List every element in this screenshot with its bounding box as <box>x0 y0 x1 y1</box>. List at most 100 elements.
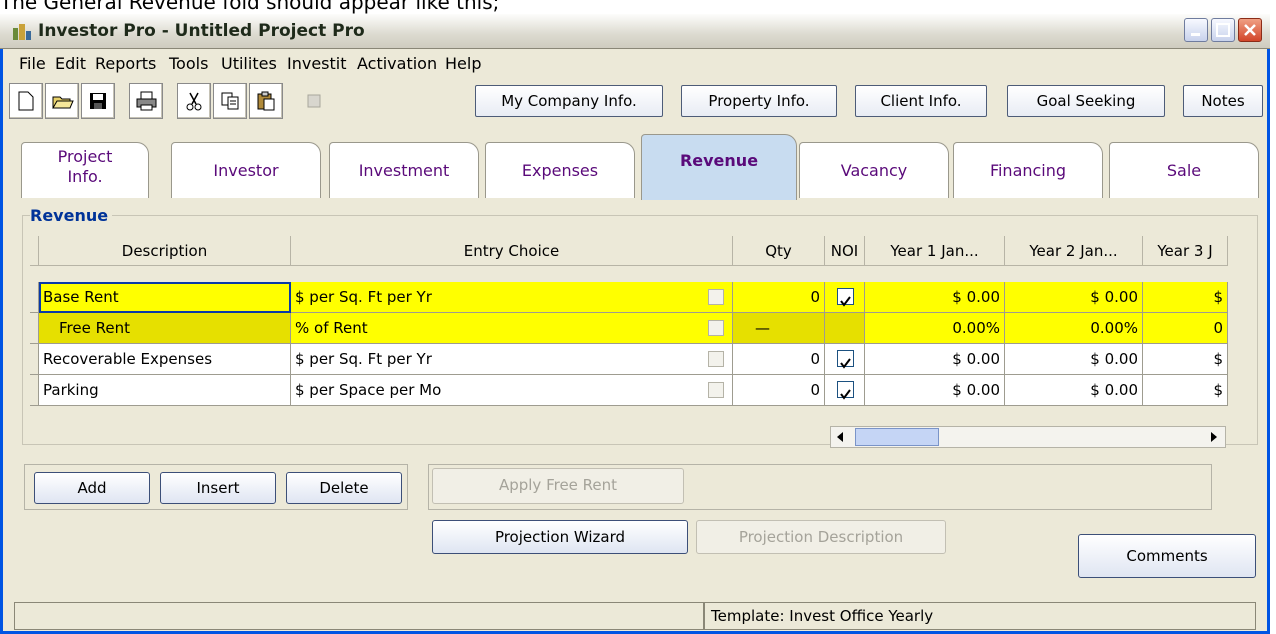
table-cell-entry-choice[interactable]: $ per Space per Mo <box>291 375 733 406</box>
menu-file[interactable]: File <box>19 51 46 77</box>
table-cell-description[interactable]: Parking <box>39 375 291 406</box>
horizontal-scrollbar[interactable] <box>830 426 1226 448</box>
goal-seeking-button[interactable]: Goal Seeking <box>1007 85 1165 117</box>
scroll-thumb[interactable] <box>855 428 939 446</box>
table-cell-description[interactable]: Recoverable Expenses <box>39 344 291 375</box>
maximize-button[interactable] <box>1211 18 1235 42</box>
tab-expenses[interactable]: Expenses <box>485 142 635 198</box>
menu-investit[interactable]: Investit <box>287 51 347 77</box>
comments-button[interactable]: Comments <box>1078 534 1256 578</box>
open-folder-icon <box>52 96 74 109</box>
table-cell-year2[interactable]: $ 0.00 <box>1005 344 1143 375</box>
delete-button[interactable]: Delete <box>286 472 402 504</box>
insert-button[interactable]: Insert <box>160 472 276 504</box>
dropdown-arrow-icon[interactable] <box>708 289 724 305</box>
tab-financing[interactable]: Financing <box>953 142 1103 198</box>
col-header-year2[interactable]: Year 2 Jan... <box>1005 236 1143 266</box>
table-cell-year1[interactable]: 0.00% <box>865 313 1005 344</box>
table-cell-qty[interactable]: — <box>733 313 825 344</box>
table-cell-entry-choice[interactable]: $ per Sq. Ft per Yr <box>291 344 733 375</box>
table-cell-qty[interactable]: 0 <box>733 375 825 406</box>
table-cell-description[interactable]: Base Rent <box>39 282 291 313</box>
table-cell-noi[interactable] <box>825 282 865 313</box>
menu-help[interactable]: Help <box>445 51 481 77</box>
save-disk-icon <box>90 93 106 109</box>
cut-button[interactable] <box>177 83 211 119</box>
tab-label: Project <box>57 147 113 166</box>
table-cell-qty[interactable]: 0 <box>733 282 825 313</box>
tab-sale[interactable]: Sale <box>1109 142 1259 198</box>
menu-reports[interactable]: Reports <box>95 51 156 77</box>
col-header-description[interactable]: Description <box>39 236 291 266</box>
checkmark-icon <box>840 358 851 369</box>
table-cell-year2[interactable]: 0.00% <box>1005 313 1143 344</box>
tab-revenue[interactable]: Revenue <box>641 134 797 200</box>
dropdown-arrow-icon[interactable] <box>708 382 724 398</box>
table-cell-year3[interactable]: 0 <box>1143 313 1228 344</box>
tab-vacancy[interactable]: Vacancy <box>799 142 949 198</box>
table-cell-year1[interactable]: $ 0.00 <box>865 344 1005 375</box>
tab-label: Financing <box>989 161 1067 180</box>
menu-edit[interactable]: Edit <box>55 51 86 77</box>
paste-button[interactable] <box>249 83 283 119</box>
noi-checkbox[interactable] <box>837 381 854 400</box>
my-company-info-button[interactable]: My Company Info. <box>475 85 663 117</box>
row-marker[interactable] <box>30 282 39 313</box>
col-header-qty[interactable]: Qty <box>733 236 825 266</box>
scroll-left-icon[interactable] <box>833 430 847 444</box>
row-header-corner <box>30 236 39 266</box>
apply-free-rent-button[interactable]: Apply Free Rent <box>432 468 684 504</box>
table-cell-year2[interactable]: $ 0.00 <box>1005 282 1143 313</box>
noi-checkbox[interactable] <box>837 288 854 307</box>
row-marker[interactable] <box>30 313 39 344</box>
col-header-entry-choice[interactable]: Entry Choice <box>291 236 733 266</box>
table-cell-qty[interactable]: 0 <box>733 344 825 375</box>
table-cell-year1[interactable]: $ 0.00 <box>865 282 1005 313</box>
projection-description-button[interactable]: Projection Description <box>696 520 946 554</box>
table-cell-year2[interactable]: $ 0.00 <box>1005 375 1143 406</box>
table-cell-entry-choice[interactable]: % of Rent <box>291 313 733 344</box>
table-cell-year1[interactable]: $ 0.00 <box>865 375 1005 406</box>
print-button[interactable] <box>129 83 163 119</box>
row-marker[interactable] <box>30 344 39 375</box>
status-left-pane <box>14 602 704 630</box>
col-header-noi[interactable]: NOI <box>825 236 865 266</box>
table-cell-year3[interactable]: $ <box>1143 282 1228 313</box>
tab-investor[interactable]: Investor <box>171 142 321 198</box>
table-cell-year3[interactable]: $ <box>1143 344 1228 375</box>
entry-choice-value: $ per Sq. Ft per Yr <box>295 350 432 368</box>
open-button[interactable] <box>45 83 79 119</box>
table-cell-noi[interactable] <box>825 313 865 344</box>
entry-choice-value: $ per Sq. Ft per Yr <box>295 288 432 306</box>
row-marker[interactable] <box>30 375 39 406</box>
table-cell-description[interactable]: Free Rent <box>39 313 291 344</box>
col-header-year1[interactable]: Year 1 Jan... <box>865 236 1005 266</box>
scroll-right-icon[interactable] <box>1207 430 1221 444</box>
minimize-button[interactable] <box>1184 18 1208 42</box>
close-button[interactable] <box>1238 18 1262 42</box>
dropdown-arrow-icon[interactable] <box>708 351 724 367</box>
add-button[interactable]: Add <box>34 472 150 504</box>
copy-button[interactable] <box>213 83 247 119</box>
noi-checkbox[interactable] <box>837 350 854 369</box>
table-cell-noi[interactable] <box>825 344 865 375</box>
notes-button[interactable]: Notes <box>1183 85 1263 117</box>
revenue-group-label: Revenue <box>30 206 113 225</box>
save-button[interactable] <box>81 83 115 119</box>
projection-wizard-button[interactable]: Projection Wizard <box>432 520 688 554</box>
menu-activation[interactable]: Activation <box>357 51 437 77</box>
table-cell-year3[interactable]: $ <box>1143 375 1228 406</box>
table-cell-noi[interactable] <box>825 375 865 406</box>
disabled-tool-button <box>297 83 331 119</box>
tab-project-info[interactable]: Project Info. <box>21 142 149 198</box>
menu-utilites[interactable]: Utilites <box>221 51 277 77</box>
dropdown-arrow-icon[interactable] <box>708 320 724 336</box>
title-bar: Investor Pro - Untitled Project Pro <box>0 14 1270 49</box>
menu-tools[interactable]: Tools <box>169 51 208 77</box>
tab-investment[interactable]: Investment <box>329 142 479 198</box>
col-header-year3[interactable]: Year 3 J <box>1143 236 1228 266</box>
property-info-button[interactable]: Property Info. <box>681 85 837 117</box>
table-cell-entry-choice[interactable]: $ per Sq. Ft per Yr <box>291 282 733 313</box>
client-info-button[interactable]: Client Info. <box>855 85 987 117</box>
new-button[interactable] <box>9 83 43 119</box>
